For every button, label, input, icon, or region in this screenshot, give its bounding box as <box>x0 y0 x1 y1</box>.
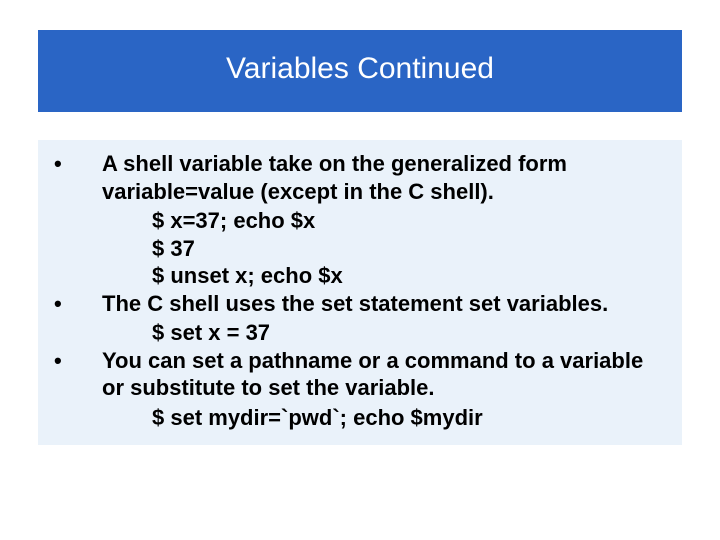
bullet-text: You can set a pathname or a command to a… <box>102 347 668 402</box>
bullet-marker: • <box>52 290 102 318</box>
code-line: $ set mydir=`pwd`; echo $mydir <box>52 404 668 432</box>
bullet-item: • A shell variable take on the generaliz… <box>52 150 668 205</box>
code-line: $ x=37; echo $x <box>52 207 668 235</box>
bullet-item: • You can set a pathname or a command to… <box>52 347 668 402</box>
bullet-marker: • <box>52 347 102 375</box>
code-line: $ set x = 37 <box>52 319 668 347</box>
code-line: $ unset x; echo $x <box>52 262 668 290</box>
slide: Variables Continued • A shell variable t… <box>0 0 720 540</box>
slide-body: • A shell variable take on the generaliz… <box>38 140 682 445</box>
bullet-marker: • <box>52 150 102 178</box>
bullet-text: A shell variable take on the generalized… <box>102 150 668 205</box>
slide-title: Variables Continued <box>38 30 682 112</box>
code-line: $ 37 <box>52 235 668 263</box>
bullet-text: The C shell uses the set statement set v… <box>102 290 668 318</box>
bullet-item: • The C shell uses the set statement set… <box>52 290 668 318</box>
